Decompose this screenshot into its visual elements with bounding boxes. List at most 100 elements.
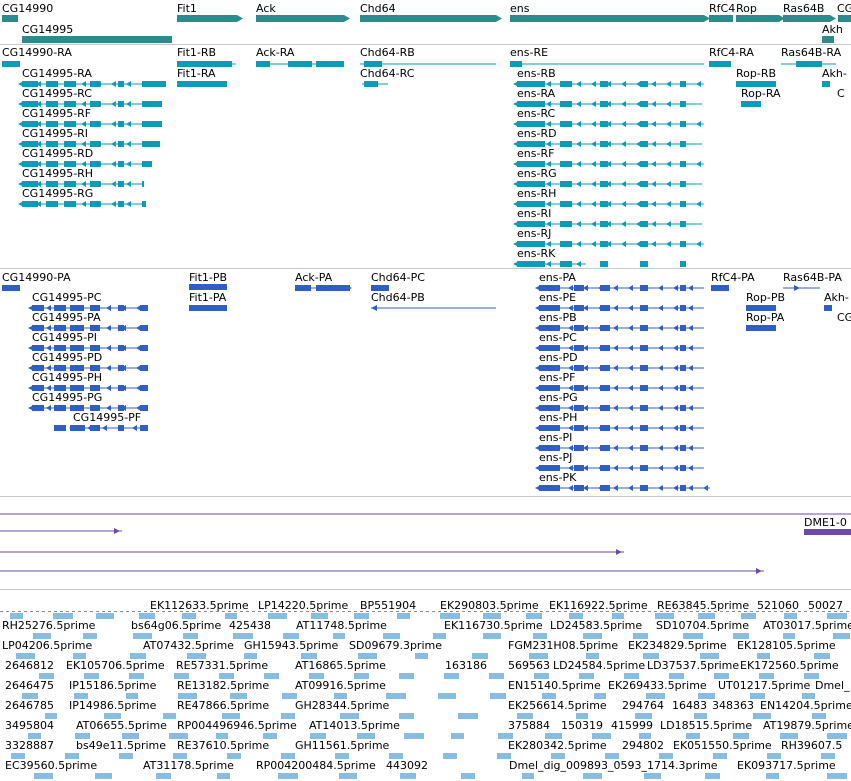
flybase-transcript-cg14995-direction-tick[interactable] xyxy=(126,141,131,147)
gene-strand-arrow[interactable] xyxy=(830,15,836,22)
gene-glyph[interactable] xyxy=(510,15,704,22)
flybase-transcript-cg14995-direction-tick[interactable] xyxy=(126,101,131,107)
est-label[interactable]: EN15140.5prime xyxy=(508,680,601,692)
ensembl-transcript-ens-direction-tick[interactable] xyxy=(673,345,678,351)
ensembl-transcript-ens-direction-tick[interactable] xyxy=(628,345,633,351)
flybase-transcript-cg14995-exon[interactable] xyxy=(118,181,124,187)
flybase-transcript-glyph[interactable] xyxy=(316,61,344,67)
flybase-transcript-cg14995-direction-tick[interactable] xyxy=(126,121,131,127)
transcript-label[interactable]: Rop-RA xyxy=(741,88,781,100)
est-label[interactable]: EK112633.5prime xyxy=(150,600,249,612)
cdna-glyph[interactable] xyxy=(804,529,851,535)
transcript-label[interactable]: CG14995-PC xyxy=(32,292,101,304)
flybase-transcript-ens-direction-tick[interactable] xyxy=(621,81,626,87)
est-label[interactable]: AT07432.5prime xyxy=(143,640,234,652)
transcript-label[interactable]: ens-RE xyxy=(510,47,548,59)
flybase-transcript-cg14995-direction-tick[interactable] xyxy=(111,121,116,127)
ensembl-transcript-cg14995-direction-tick[interactable] xyxy=(46,405,51,411)
ensembl-transcript-ens-direction-tick[interactable] xyxy=(673,465,678,471)
flybase-transcript-ens-direction-tick[interactable] xyxy=(591,201,596,207)
transcript-label[interactable]: ens-RA xyxy=(517,88,555,100)
transcript-label[interactable]: ens-RD xyxy=(517,128,557,140)
ensembl-transcript-ens-exon[interactable] xyxy=(680,365,686,371)
ensembl-transcript-ens-direction-tick[interactable] xyxy=(628,485,633,491)
flybase-transcript-ens-exon[interactable] xyxy=(600,261,608,267)
est-label[interactable]: bs49e11.5prime xyxy=(76,740,166,752)
ensembl-transcript-glyph[interactable] xyxy=(371,305,377,311)
flybase-transcript-ens-direction-tick[interactable] xyxy=(651,221,656,227)
transcript-label[interactable]: ens-RG xyxy=(517,168,557,180)
transcript-label[interactable]: Fit1-RA xyxy=(177,68,216,80)
ensembl-transcript-cg14995-direction-tick[interactable] xyxy=(136,365,141,371)
ensembl-transcript-ens-direction-tick[interactable] xyxy=(688,485,693,491)
transcript-label[interactable]: Chd64-RC xyxy=(360,68,414,80)
ensembl-transcript-ens-direction-tick[interactable] xyxy=(613,345,618,351)
est-label[interactable]: AT19879.5prime xyxy=(763,720,851,732)
est-glyph[interactable] xyxy=(96,613,114,619)
ensembl-transcript-ens-exon[interactable] xyxy=(680,405,686,411)
transcript-label[interactable]: CG14995-PD xyxy=(32,352,102,364)
ensembl-transcript-glyph[interactable] xyxy=(794,285,800,291)
flybase-transcript-ens-exon[interactable] xyxy=(640,241,648,247)
est-label[interactable]: EK256614.5prime xyxy=(508,700,607,712)
transcript-label[interactable]: Chd64-PC xyxy=(371,272,425,284)
est-label[interactable]: EK172560.5prime xyxy=(740,660,839,672)
ensembl-transcript-cg14995-direction-tick[interactable] xyxy=(136,345,141,351)
ensembl-transcript-ens-exon[interactable] xyxy=(574,445,584,451)
cdna-strand-arrow[interactable] xyxy=(114,528,120,534)
ensembl-transcript-cg14995-direction-tick[interactable] xyxy=(106,385,111,391)
flybase-transcript-glyph[interactable] xyxy=(796,61,822,67)
est-label[interactable]: AT14013.5prime xyxy=(309,720,400,732)
transcript-label[interactable]: CG14995-PA xyxy=(32,312,101,324)
flybase-transcript-ens-direction-tick[interactable] xyxy=(621,181,626,187)
est-label[interactable]: EK269433.5prime xyxy=(608,680,707,692)
transcript-label[interactable]: Rop-PB xyxy=(746,292,785,304)
ensembl-transcript-ens-direction-tick[interactable] xyxy=(658,405,663,411)
ensembl-transcript-ens-direction-tick[interactable] xyxy=(613,325,618,331)
est-glyph[interactable] xyxy=(451,733,464,739)
est-glyph[interactable] xyxy=(766,773,779,779)
flybase-transcript-cg14995-direction-tick[interactable] xyxy=(126,81,131,87)
flybase-transcript-ens-direction-tick[interactable] xyxy=(636,81,641,87)
est-label[interactable]: 425438 xyxy=(229,620,271,632)
flybase-transcript-cg14995-direction-tick[interactable] xyxy=(126,181,131,187)
est-glyph[interactable] xyxy=(644,773,661,779)
ensembl-transcript-glyph[interactable] xyxy=(295,285,311,291)
ensembl-transcript-ens-direction-arrow[interactable] xyxy=(535,485,541,491)
transcript-label[interactable]: CG14995-PG xyxy=(32,392,102,404)
flybase-transcript-ens-exon[interactable] xyxy=(640,81,648,87)
flybase-transcript-glyph[interactable] xyxy=(177,81,227,87)
est-label[interactable]: AT31178.5prime xyxy=(143,760,234,772)
flybase-transcript-ens-direction-tick[interactable] xyxy=(636,161,641,167)
est-label[interactable]: RP004200484.5prime xyxy=(256,760,376,772)
est-label[interactable]: 2646475 xyxy=(5,680,54,692)
est-glyph[interactable] xyxy=(444,673,459,679)
ensembl-transcript-ens-direction-tick[interactable] xyxy=(613,425,618,431)
transcript-label[interactable]: ens-RC xyxy=(517,108,555,120)
ensembl-transcript-glyph[interactable] xyxy=(711,285,729,291)
flybase-transcript-ens-direction-tick[interactable] xyxy=(576,141,581,147)
ensembl-transcript-ens-direction-tick[interactable] xyxy=(628,405,633,411)
transcript-label[interactable]: ens-PE xyxy=(539,292,576,304)
ensembl-transcript-glyph[interactable] xyxy=(2,285,20,291)
est-label[interactable]: EK280342.5prime xyxy=(508,740,607,752)
est-label[interactable]: EK290803.5prime xyxy=(440,600,539,612)
flybase-transcript-cg14995-direction-tick[interactable] xyxy=(111,101,116,107)
flybase-transcript-ens-direction-tick[interactable] xyxy=(621,121,626,127)
gene-label-fit1[interactable]: Fit1 xyxy=(177,3,197,15)
est-glyph[interactable] xyxy=(489,673,504,679)
est-glyph[interactable] xyxy=(827,773,847,779)
flybase-transcript-ens-direction-tick[interactable] xyxy=(636,221,641,227)
est-glyph[interactable] xyxy=(397,613,410,619)
ensembl-transcript-ens-direction-tick[interactable] xyxy=(613,405,618,411)
gene-glyph-akh[interactable] xyxy=(822,36,834,43)
flybase-transcript-cg14995-direction-tick[interactable] xyxy=(126,161,131,167)
est-glyph[interactable] xyxy=(583,773,602,779)
ensembl-transcript-ens-direction-tick[interactable] xyxy=(613,365,618,371)
ensembl-transcript-ens-direction-tick[interactable] xyxy=(658,305,663,311)
est-label[interactable]: FGM231H08.5prime xyxy=(508,640,618,652)
est-label[interactable]: EN14204.5prime xyxy=(760,700,851,712)
gene-strand-arrow[interactable] xyxy=(237,15,243,22)
flybase-transcript-ens-direction-tick[interactable] xyxy=(621,161,626,167)
est-label[interactable]: SD10704.5prime xyxy=(656,620,749,632)
